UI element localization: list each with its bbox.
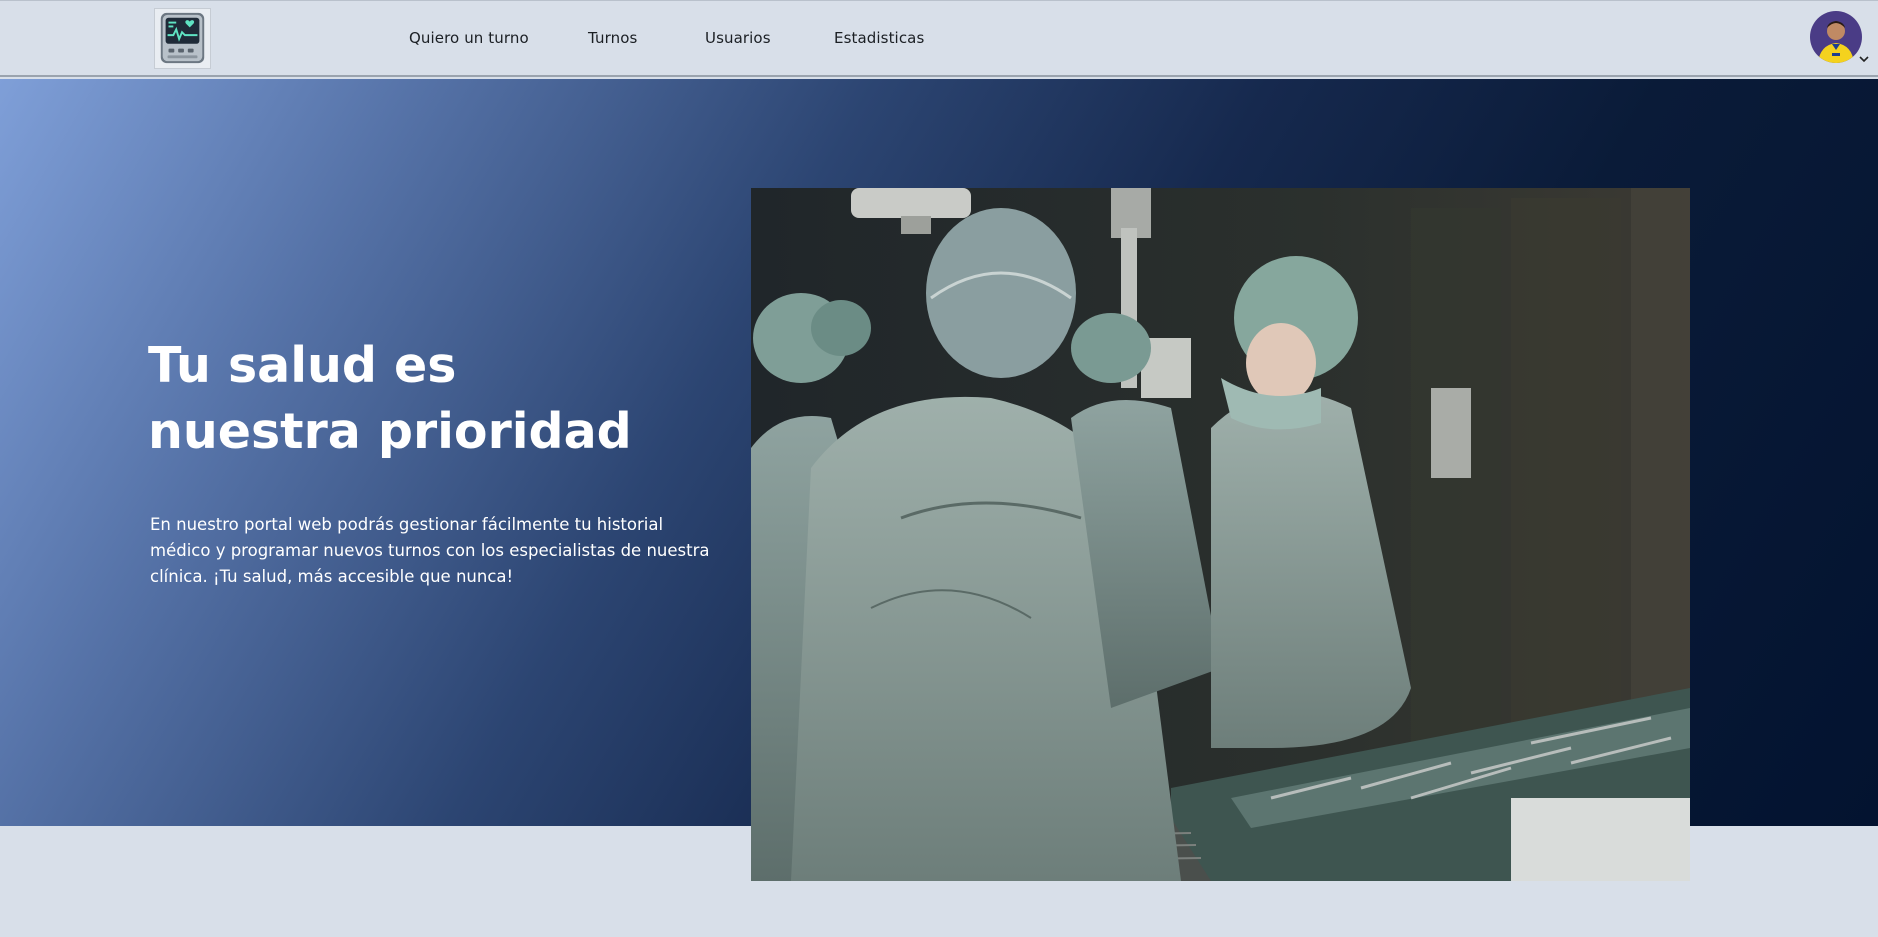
nav-link-turnos[interactable]: Turnos — [588, 29, 637, 47]
hero-title: Tu salud es nuestra prioridad — [148, 337, 632, 460]
nav-link-usuarios[interactable]: Usuarios — [705, 29, 771, 47]
hero-description: En nuestro portal web podrás gestionar f… — [150, 515, 710, 586]
surgeons-photo — [751, 188, 1690, 881]
user-avatar[interactable] — [1810, 11, 1862, 63]
nav-link-estadisticas[interactable]: Estadisticas — [834, 29, 924, 47]
nav-link-quiero-un-turno[interactable]: Quiero un turno — [409, 29, 529, 47]
heart-monitor-icon[interactable] — [154, 8, 211, 69]
navbar: Quiero un turno Turnos Usuarios Estadist… — [0, 0, 1878, 77]
chevron-down-icon[interactable] — [1857, 51, 1871, 65]
